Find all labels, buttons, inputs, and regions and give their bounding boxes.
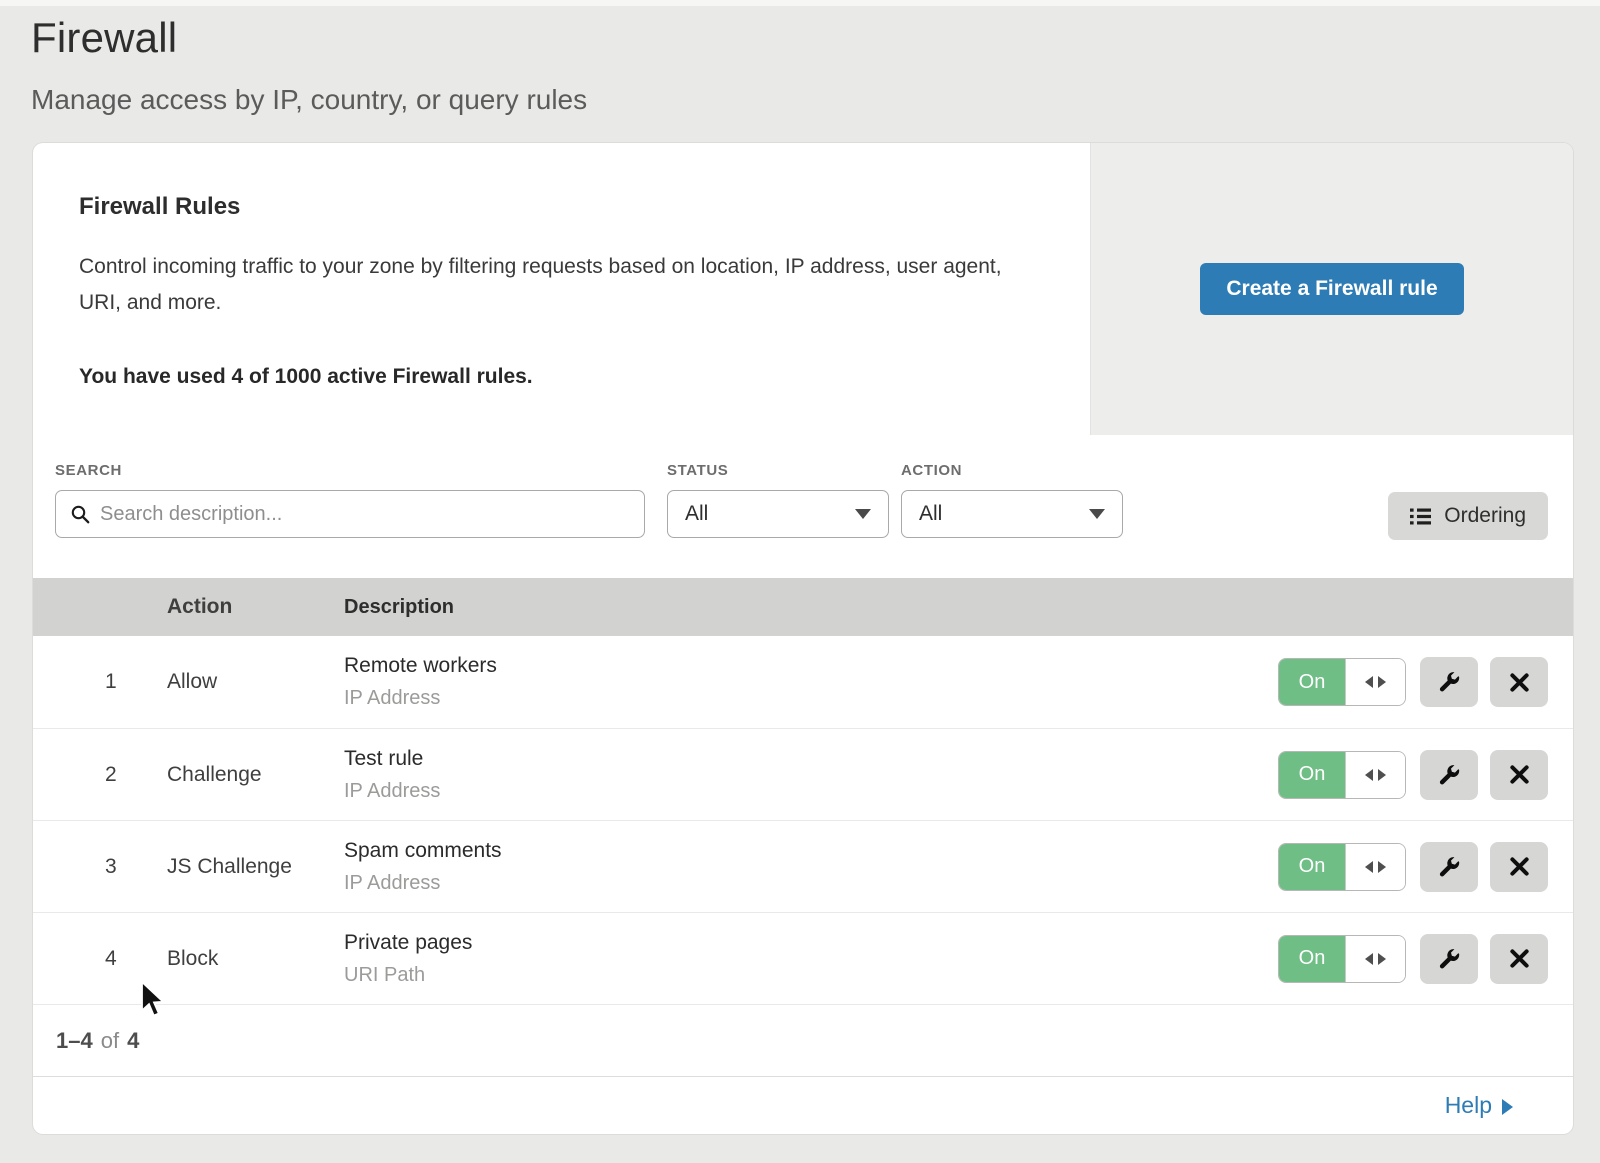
rule-description-cell: Test rule IP Address <box>344 747 1133 803</box>
page-subtitle: Manage access by IP, country, or query r… <box>31 84 1600 116</box>
wrench-icon <box>1438 764 1460 786</box>
action-select[interactable]: All <box>901 490 1123 538</box>
rule-priority: 4 <box>33 947 167 971</box>
card-footer: Help <box>33 1076 1573 1134</box>
rules-table: 1 Allow Remote workers IP Address On <box>33 636 1573 1004</box>
action-selected-value: All <box>919 502 942 526</box>
rule-action: Challenge <box>167 763 344 787</box>
search-icon <box>71 505 90 524</box>
edit-rule-button[interactable] <box>1420 750 1478 800</box>
toggle-arrows-icon <box>1345 752 1405 798</box>
page-title: Firewall <box>31 14 1600 62</box>
edit-rule-button[interactable] <box>1420 842 1478 892</box>
pagination-total: 4 <box>127 1028 139 1054</box>
help-link-label: Help <box>1445 1092 1492 1119</box>
rule-controls: On <box>1133 934 1573 984</box>
delete-rule-button[interactable] <box>1490 657 1548 707</box>
intro-section: Firewall Rules Control incoming traffic … <box>33 143 1573 435</box>
edit-rule-button[interactable] <box>1420 934 1478 984</box>
toggle-arrows-icon <box>1345 936 1405 982</box>
section-description: Control incoming traffic to your zone by… <box>79 249 1029 321</box>
table-row: 1 Allow Remote workers IP Address On <box>33 636 1573 728</box>
rule-priority: 3 <box>33 855 167 879</box>
rule-description: Test rule <box>344 747 1133 771</box>
ordering-list-icon <box>1410 508 1431 525</box>
column-header-action: Action <box>167 595 344 619</box>
ordering-button[interactable]: Ordering <box>1388 492 1548 540</box>
wrench-icon <box>1438 948 1460 970</box>
rule-enabled-toggle[interactable]: On <box>1278 935 1406 983</box>
filter-bar: SEARCH STATUS All ACTION All <box>33 435 1573 578</box>
rule-priority: 1 <box>33 670 167 694</box>
delete-rule-button[interactable] <box>1490 750 1548 800</box>
delete-rule-button[interactable] <box>1490 842 1548 892</box>
help-link[interactable]: Help <box>1445 1092 1513 1119</box>
table-row: 3 JS Challenge Spam comments IP Address … <box>33 820 1573 912</box>
rule-description: Private pages <box>344 931 1133 955</box>
table-row: 2 Challenge Test rule IP Address On <box>33 728 1573 820</box>
rule-controls: On <box>1133 842 1573 892</box>
chevron-down-icon <box>855 509 871 519</box>
create-rule-panel: Create a Firewall rule <box>1090 143 1573 435</box>
intro-text-block: Firewall Rules Control incoming traffic … <box>33 143 1090 435</box>
usage-summary: You have used 4 of 1000 active Firewall … <box>79 365 1050 389</box>
wrench-icon <box>1438 671 1460 693</box>
chevron-down-icon <box>1089 509 1105 519</box>
status-filter-group: STATUS All <box>667 463 889 538</box>
close-icon <box>1510 765 1529 784</box>
help-arrow-icon <box>1502 1099 1513 1115</box>
toggle-on-label: On <box>1279 659 1345 705</box>
rule-field: IP Address <box>344 872 1133 895</box>
toggle-arrows-icon <box>1345 659 1405 705</box>
table-header: Action Description <box>33 578 1573 636</box>
rule-description-cell: Private pages URI Path <box>344 931 1133 987</box>
rule-action: JS Challenge <box>167 855 344 879</box>
rule-description: Spam comments <box>344 839 1133 863</box>
rule-field: IP Address <box>344 780 1133 803</box>
toggle-on-label: On <box>1279 844 1345 890</box>
status-selected-value: All <box>685 502 708 526</box>
search-input[interactable] <box>90 491 644 537</box>
rule-priority: 2 <box>33 763 167 787</box>
rule-enabled-toggle[interactable]: On <box>1278 751 1406 799</box>
column-header-description: Description <box>344 596 1133 619</box>
rule-field: IP Address <box>344 687 1133 710</box>
action-filter-group: ACTION All <box>901 463 1123 538</box>
ordering-button-label: Ordering <box>1444 504 1526 528</box>
mouse-cursor <box>140 981 167 1017</box>
rule-description-cell: Spam comments IP Address <box>344 839 1133 895</box>
pagination-range: 1–4 <box>56 1028 93 1054</box>
pagination: 1–4 of 4 <box>33 1004 1573 1076</box>
edit-rule-button[interactable] <box>1420 657 1478 707</box>
toggle-on-label: On <box>1279 752 1345 798</box>
firewall-rules-card: Firewall Rules Control incoming traffic … <box>33 143 1573 1134</box>
create-firewall-rule-button[interactable]: Create a Firewall rule <box>1200 263 1463 315</box>
toggle-on-label: On <box>1279 936 1345 982</box>
search-field[interactable] <box>55 490 645 538</box>
rule-controls: On <box>1133 657 1573 707</box>
status-select[interactable]: All <box>667 490 889 538</box>
section-heading: Firewall Rules <box>79 193 1050 221</box>
close-icon <box>1510 857 1529 876</box>
rule-controls: On <box>1133 750 1573 800</box>
rule-description: Remote workers <box>344 654 1133 678</box>
delete-rule-button[interactable] <box>1490 934 1548 984</box>
rule-description-cell: Remote workers IP Address <box>344 654 1133 710</box>
search-filter-group: SEARCH <box>55 463 645 538</box>
toggle-arrows-icon <box>1345 844 1405 890</box>
rule-action: Allow <box>167 670 344 694</box>
action-label: ACTION <box>901 463 1123 478</box>
table-row: 4 Block Private pages URI Path On <box>33 912 1573 1004</box>
rule-action: Block <box>167 947 344 971</box>
search-label: SEARCH <box>55 463 645 478</box>
page-header: Firewall Manage access by IP, country, o… <box>0 0 1600 116</box>
close-icon <box>1510 673 1529 692</box>
pagination-of: of <box>101 1028 119 1054</box>
rule-enabled-toggle[interactable]: On <box>1278 843 1406 891</box>
wrench-icon <box>1438 856 1460 878</box>
rule-enabled-toggle[interactable]: On <box>1278 658 1406 706</box>
rule-field: URI Path <box>344 964 1133 987</box>
status-label: STATUS <box>667 463 889 478</box>
close-icon <box>1510 949 1529 968</box>
